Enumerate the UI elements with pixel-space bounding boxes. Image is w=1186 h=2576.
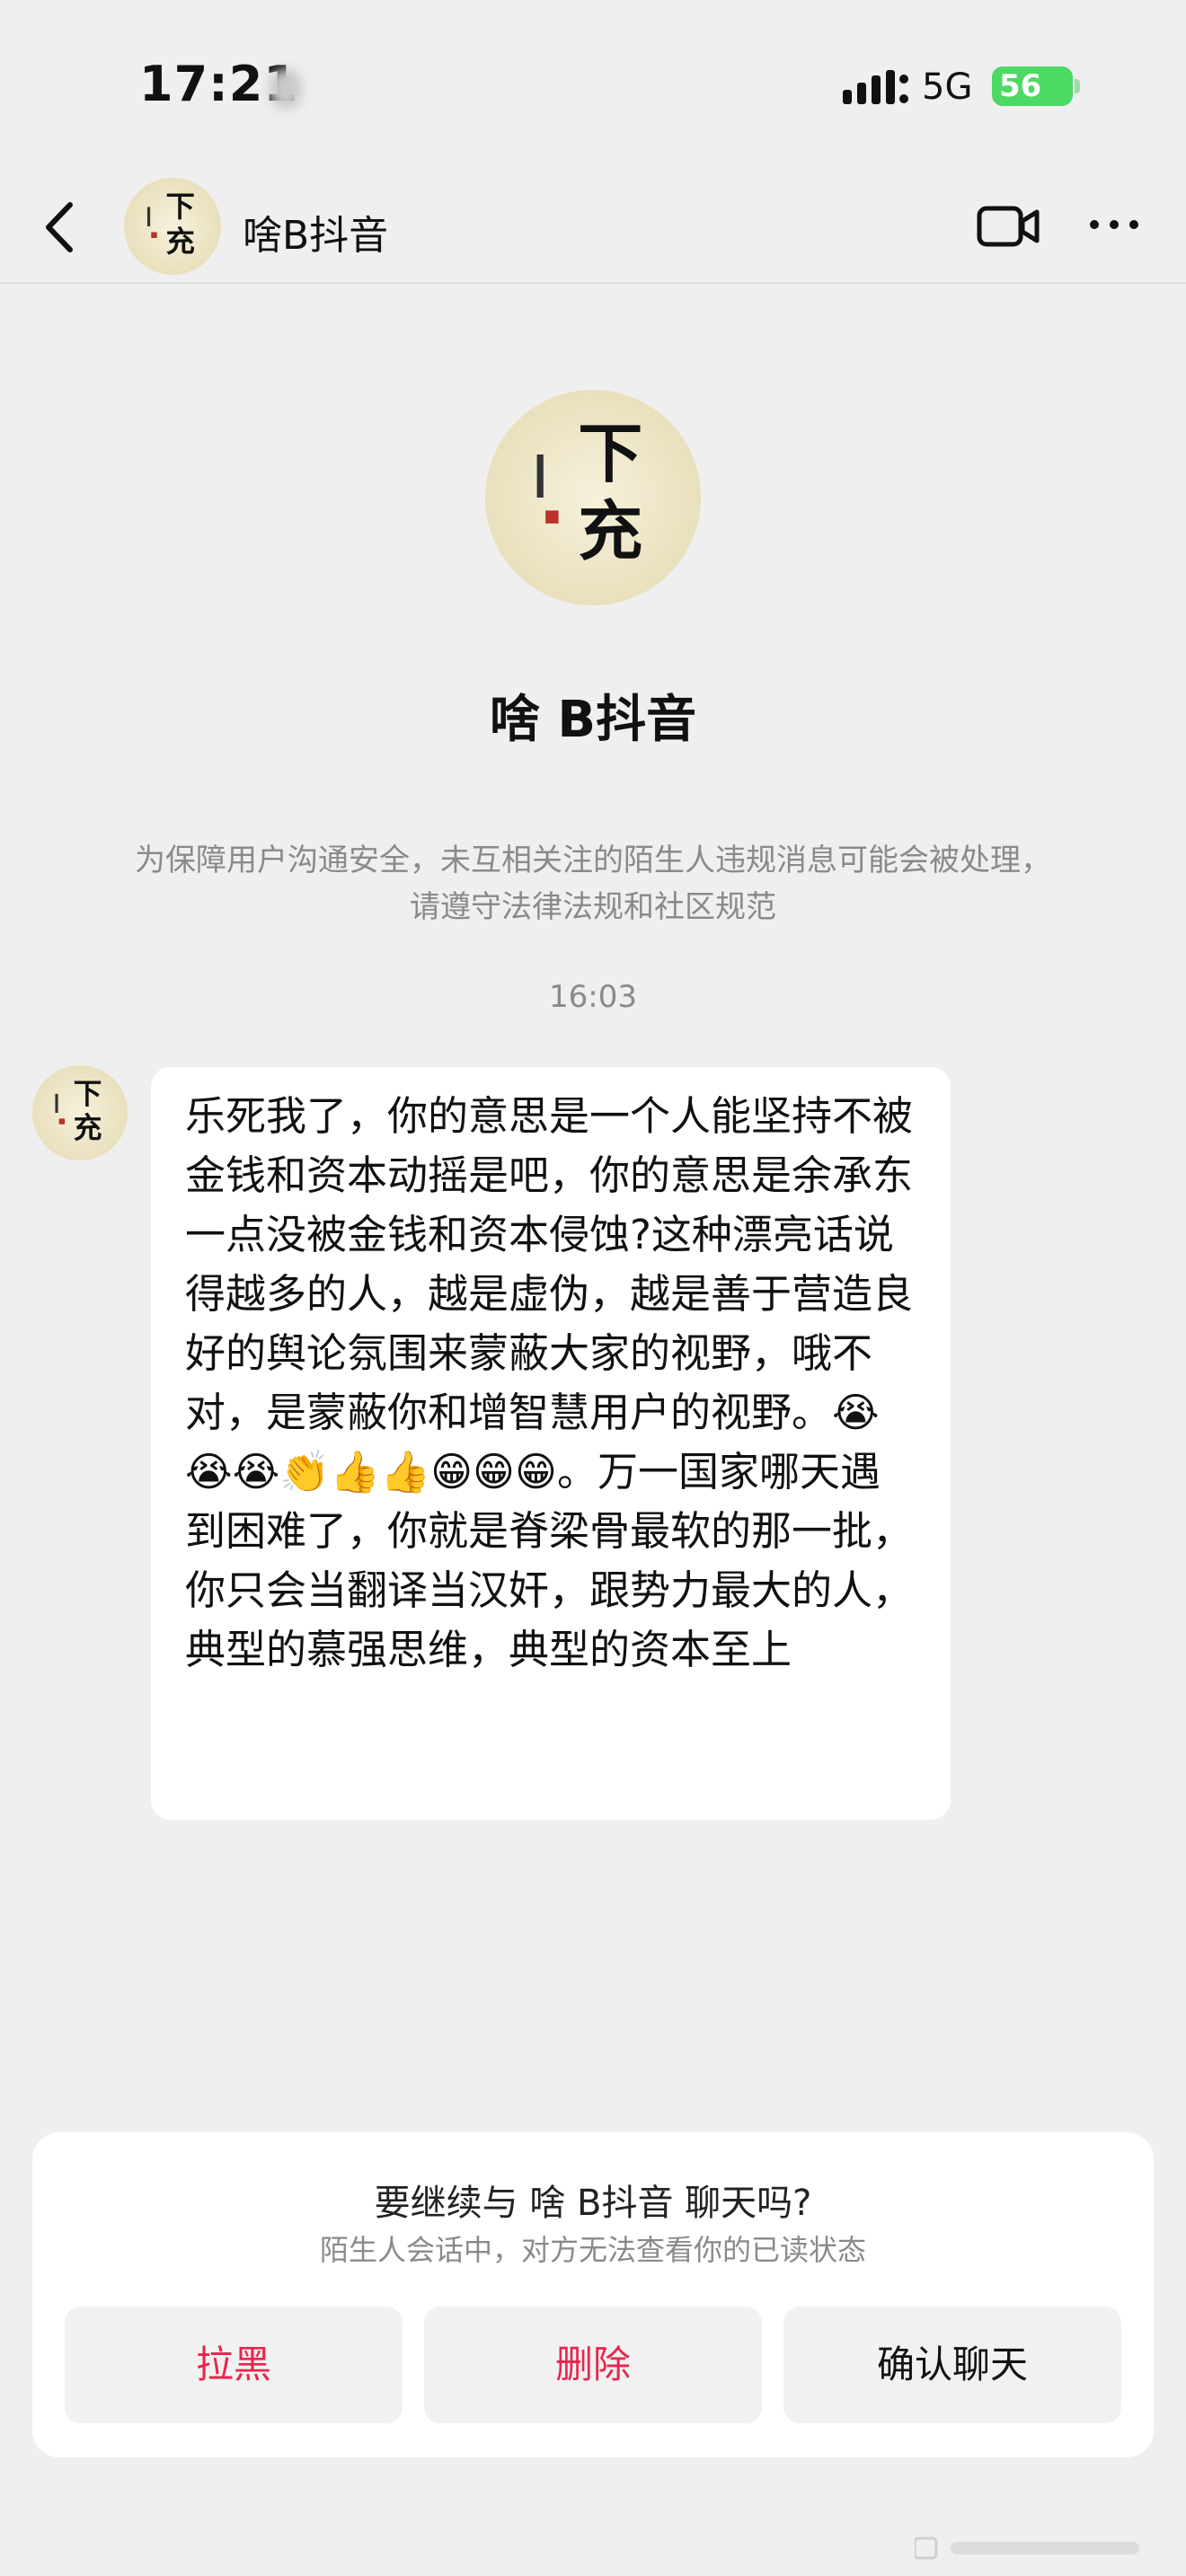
watermark-logo: [915, 2536, 1139, 2560]
back-arrow-icon[interactable]: [34, 198, 88, 257]
confirm-chat-title: 要继续与 啥 B抖音 聊天吗?: [374, 2183, 812, 2224]
avatar-char-2: 充: [74, 1112, 102, 1145]
calligraphy-avatar-art: 下 充: [32, 1065, 128, 1160]
avatar-char-1: 下: [165, 190, 194, 224]
avatar-char-1: 下: [74, 1077, 102, 1110]
chat-header: 下 充 啥B抖音: [0, 171, 1186, 284]
confirm-chat-button[interactable]: 确认聊天: [783, 2307, 1121, 2423]
message-bubble[interactable]: 乐死我了，你的意思是一个人能坚持不被金钱和资本动摇是吧，你的意思是余承东一点没被…: [151, 1067, 951, 1820]
battery-indicator: 56: [992, 66, 1073, 106]
header-title[interactable]: 啥B抖音: [243, 203, 388, 260]
video-call-icon[interactable]: [976, 201, 1040, 251]
delete-button[interactable]: 删除: [424, 2307, 762, 2423]
network-type: 5G: [922, 66, 973, 108]
status-bar: 17:21 5G 56: [0, 0, 1186, 171]
more-options-icon[interactable]: [1085, 207, 1143, 243]
safety-notice: 为保障用户沟通安全，未互相关注的陌生人违规消息可能会被处理，请遵守法律法规和社区…: [135, 842, 1051, 925]
confirm-chat-card: 要继续与 啥 B抖音 聊天吗? 陌生人会话中，对方无法查看你的已读状态 拉黑 删…: [32, 2132, 1154, 2457]
message-text: 乐死我了，你的意思是一个人能坚持不被金钱和资本动摇是吧，你的意思是余承东一点没被…: [185, 1092, 914, 1673]
avatar-char-2: 充: [578, 492, 642, 569]
profile-name: 啥 B抖音: [489, 691, 697, 749]
calligraphy-avatar-art: 下 充: [485, 390, 701, 605]
calligraphy-avatar-art: 下 充: [124, 178, 221, 275]
avatar-char-2: 充: [165, 225, 194, 259]
status-blurred-icon: [270, 68, 302, 110]
message-timestamp: 16:03: [549, 979, 637, 1015]
signal-icon: [843, 70, 908, 104]
avatar-char-1: 下: [578, 415, 642, 491]
battery-level: 56: [999, 68, 1042, 104]
sender-avatar[interactable]: 下 充: [32, 1065, 128, 1160]
battery-nub: [1075, 79, 1080, 93]
profile-avatar[interactable]: 下 充: [485, 390, 701, 605]
block-button[interactable]: 拉黑: [65, 2307, 403, 2423]
header-avatar[interactable]: 下 充: [124, 178, 221, 275]
confirm-chat-subtitle: 陌生人会话中，对方无法查看你的已读状态: [319, 2233, 866, 2267]
